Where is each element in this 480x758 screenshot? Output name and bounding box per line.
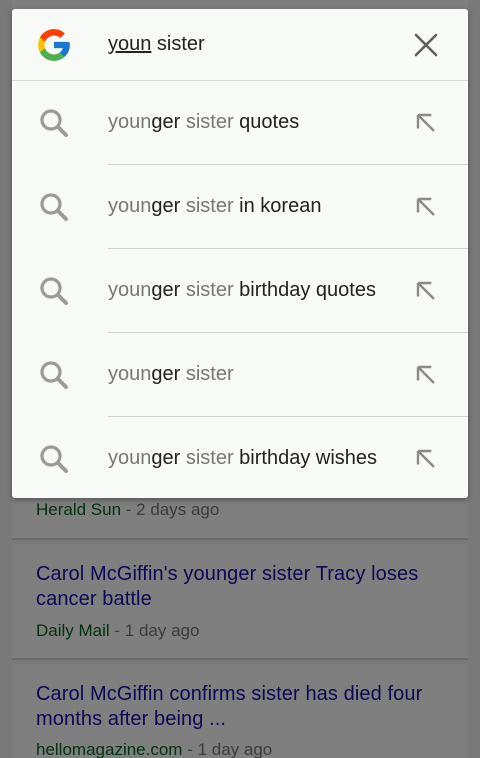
arrow-up-left-icon[interactable] xyxy=(410,191,442,223)
suggestion-completion: ger xyxy=(151,363,181,385)
close-icon[interactable] xyxy=(410,29,442,61)
suggestion-extra: quotes xyxy=(233,111,300,133)
arrow-up-left-icon[interactable] xyxy=(410,107,442,139)
suggestion-completion: ger xyxy=(151,111,181,133)
suggestion-extra: birthday quotes xyxy=(233,279,376,301)
suggestion-completion: ger xyxy=(151,279,181,301)
suggestion-extra: birthday wishes xyxy=(233,447,378,469)
search-input[interactable]: youn sister xyxy=(108,33,205,56)
suggestion-query-word: sister xyxy=(180,279,234,301)
suggestion-item[interactable]: younger sister birthday wishes xyxy=(12,417,468,498)
suggestion-prefix: youn xyxy=(108,279,152,301)
suggestion-completion: ger xyxy=(151,447,181,469)
google-g-logo xyxy=(38,29,70,61)
suggestion-item[interactable]: younger sister birthday quotes xyxy=(12,249,468,333)
arrow-up-left-icon[interactable] xyxy=(410,359,442,391)
search-icon xyxy=(40,361,68,389)
suggestion-item[interactable]: younger sister xyxy=(12,333,468,417)
arrow-up-left-icon[interactable] xyxy=(410,275,442,307)
search-bar: youn sister xyxy=(12,9,468,81)
suggestion-completion: ger xyxy=(151,195,181,217)
suggestion-prefix: youn xyxy=(108,111,152,133)
suggestion-extra: in korean xyxy=(233,195,322,217)
suggestion-prefix: youn xyxy=(108,363,152,385)
search-remainder-text: sister xyxy=(151,33,205,55)
suggestion-text: younger sister in korean xyxy=(108,195,321,218)
suggestion-text: younger sister birthday wishes xyxy=(108,447,377,470)
search-icon xyxy=(40,193,68,221)
suggestion-text: younger sister birthday quotes xyxy=(108,279,376,302)
search-suggestions-panel: youn sister younger sister quotes younge… xyxy=(12,9,468,498)
suggestion-prefix: youn xyxy=(108,447,152,469)
suggestion-query-word: sister xyxy=(180,195,234,217)
suggestion-query-word: sister xyxy=(180,447,234,469)
suggestion-query-word: sister xyxy=(180,363,234,385)
suggestion-item[interactable]: younger sister in korean xyxy=(12,165,468,249)
search-icon xyxy=(40,109,68,137)
suggestion-prefix: youn xyxy=(108,195,152,217)
suggestion-query-word: sister xyxy=(180,111,234,133)
suggestion-item[interactable]: younger sister quotes xyxy=(12,81,468,165)
search-icon xyxy=(40,445,68,473)
suggestion-text: younger sister quotes xyxy=(108,111,299,134)
arrow-up-left-icon[interactable] xyxy=(410,443,442,475)
suggestion-text: younger sister xyxy=(108,363,234,386)
search-typed-text: youn xyxy=(108,33,152,55)
search-icon xyxy=(40,277,68,305)
